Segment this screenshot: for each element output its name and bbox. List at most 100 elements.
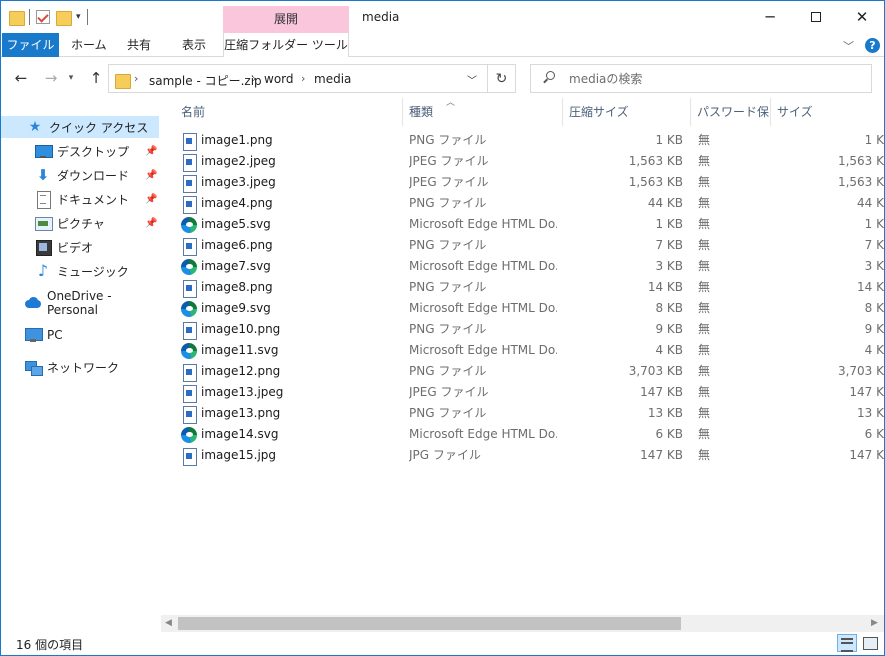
recent-locations-button[interactable]: ▾ <box>65 68 77 88</box>
tab-share[interactable]: 共有 <box>119 33 159 57</box>
properties-icon[interactable] <box>36 10 50 24</box>
search-box[interactable] <box>530 64 872 93</box>
column-size[interactable]: サイズ <box>771 98 884 126</box>
sidebar-item-desktop[interactable]: デスクトップ 📌 <box>1 140 159 162</box>
tab-file[interactable]: ファイル <box>2 33 59 57</box>
file-row[interactable]: image12.png PNG ファイル 3,703 KB 無 3,703 K <box>161 361 884 382</box>
file-name-cell: image13.jpeg <box>181 382 401 403</box>
new-folder-icon[interactable] <box>56 9 72 26</box>
pin-icon[interactable]: 📌 <box>145 170 157 181</box>
scroll-left-icon[interactable]: ◀ <box>165 618 172 628</box>
column-password[interactable]: パスワード保... <box>691 98 771 126</box>
chevron-down-icon: ▾ <box>68 73 74 83</box>
address-history-chevron-icon[interactable]: ﹀ <box>467 72 477 87</box>
sidebar-item-documents[interactable]: ドキュメント 📌 <box>1 188 159 210</box>
file-row[interactable]: image13.png PNG ファイル 13 KB 無 13 K <box>161 403 884 424</box>
image-file-icon <box>181 363 197 382</box>
file-name-cell: image8.png <box>181 277 401 298</box>
sidebar-item-onedrive[interactable]: OneDrive - Personal <box>1 289 159 317</box>
tab-home[interactable]: ホーム <box>63 33 115 57</box>
breadcrumb-zip[interactable]: sample - コピー.zip <box>149 72 262 89</box>
scrollbar-thumb[interactable] <box>178 617 681 630</box>
pin-icon[interactable]: 📌 <box>145 146 157 157</box>
large-icons-view-icon[interactable] <box>860 634 880 652</box>
file-name-cell: image11.svg <box>181 340 401 361</box>
navigation-bar: ← → ▾ ↑ › sample - コピー.zip › word › medi… <box>1 58 884 98</box>
image-file-icon <box>181 447 197 466</box>
sidebar-item-music[interactable]: ♪ ミュージック <box>1 260 159 282</box>
customize-toolbar-dropdown-icon[interactable]: ▾ <box>76 12 81 22</box>
forward-button[interactable]: → <box>41 68 61 88</box>
file-row[interactable]: image6.png PNG ファイル 7 KB 無 7 K <box>161 235 884 256</box>
file-row[interactable]: image2.jpeg JPEG ファイル 1,563 KB 無 1,563 K <box>161 151 884 172</box>
file-password: 無 <box>698 217 711 231</box>
file-type: JPEG ファイル <box>409 154 489 168</box>
sidebar-item-label: ピクチャ <box>57 216 105 231</box>
breadcrumb-chevron-icon[interactable]: › <box>301 72 305 85</box>
details-view-icon[interactable] <box>837 634 857 652</box>
breadcrumb-chevron-icon[interactable]: › <box>134 72 138 85</box>
file-size: 9 K <box>864 322 884 336</box>
file-type: PNG ファイル <box>409 322 487 336</box>
sidebar-item-quick-access[interactable]: ★ クイック アクセス <box>1 116 159 138</box>
file-compressed-size: 8 KB <box>655 301 683 315</box>
file-type: Microsoft Edge HTML Do... <box>409 301 557 315</box>
help-icon[interactable]: ? <box>865 38 880 53</box>
file-row[interactable]: image8.png PNG ファイル 14 KB 無 14 K <box>161 277 884 298</box>
tab-compressed-folder-tools[interactable]: 圧縮フォルダー ツール <box>223 33 349 57</box>
window-title: media <box>362 10 400 24</box>
file-row[interactable]: image4.png PNG ファイル 44 KB 無 44 K <box>161 193 884 214</box>
tab-view[interactable]: 表示 <box>174 33 214 57</box>
file-row[interactable]: image7.svg Microsoft Edge HTML Do... 3 KB 無… <box>161 256 884 277</box>
maximize-button[interactable] <box>793 1 839 33</box>
up-button[interactable]: ↑ <box>86 68 106 88</box>
file-row[interactable]: image5.svg Microsoft Edge HTML Do... 1 KB 無… <box>161 214 884 235</box>
file-row[interactable]: image3.jpeg JPEG ファイル 1,563 KB 無 1,563 K <box>161 172 884 193</box>
file-row[interactable]: image15.jpg JPG ファイル 147 KB 無 147 K <box>161 445 884 466</box>
pin-icon[interactable]: 📌 <box>145 218 157 229</box>
file-compressed-size: 3,703 KB <box>628 364 683 378</box>
file-type: PNG ファイル <box>409 280 487 294</box>
file-row[interactable]: image9.svg Microsoft Edge HTML Do... 8 KB 無… <box>161 298 884 319</box>
file-row[interactable]: image11.svg Microsoft Edge HTML Do... 4 KB… <box>161 340 884 361</box>
expand-ribbon-chevron-icon[interactable]: ﹀ <box>843 38 854 54</box>
sidebar-item-downloads[interactable]: ⬇ ダウンロード 📌 <box>1 164 159 186</box>
refresh-button[interactable]: ↻ <box>488 64 516 93</box>
navigation-pane: ★ クイック アクセス デスクトップ 📌 ⬇ ダウンロード 📌 ドキュメント 📌… <box>1 98 161 631</box>
file-name: image13.jpeg <box>201 385 284 399</box>
file-name: image13.png <box>201 406 281 420</box>
minimize-button[interactable]: ─ <box>747 1 793 33</box>
title-bar: ▾ 展開 media ─ ✕ <box>1 1 884 33</box>
file-row[interactable]: image14.svg Microsoft Edge HTML Do... 6 KB… <box>161 424 884 445</box>
file-row[interactable]: image13.jpeg JPEG ファイル 147 KB 無 147 K <box>161 382 884 403</box>
file-size: 13 K <box>857 406 884 420</box>
file-type: Microsoft Edge HTML Do... <box>409 217 557 231</box>
search-input[interactable] <box>569 70 859 88</box>
file-name-cell: image7.svg <box>181 256 401 277</box>
sidebar-item-videos[interactable]: ビデオ <box>1 236 159 258</box>
horizontal-scrollbar[interactable]: ◀ ▶ <box>161 615 884 632</box>
edge-icon <box>181 258 197 275</box>
pin-icon[interactable]: 📌 <box>145 194 157 205</box>
address-bar[interactable]: › sample - コピー.zip › word › media ﹀ <box>108 64 488 93</box>
file-row[interactable]: image1.png PNG ファイル 1 KB 無 1 K <box>161 130 884 151</box>
column-name[interactable]: 名前 <box>161 98 403 126</box>
file-size: 7 K <box>864 238 884 252</box>
breadcrumb-media[interactable]: media <box>314 72 351 86</box>
back-button[interactable]: ← <box>11 68 31 88</box>
file-compressed-size: 13 KB <box>647 406 683 420</box>
file-row[interactable]: image10.png PNG ファイル 9 KB 無 9 K <box>161 319 884 340</box>
column-type[interactable]: 種類 <box>403 98 563 126</box>
sidebar-item-network[interactable]: ネットワーク <box>1 356 159 378</box>
breadcrumb-word[interactable]: word <box>264 72 294 86</box>
close-button[interactable]: ✕ <box>839 1 884 33</box>
file-size: 1 K <box>864 133 884 147</box>
column-compressed-size[interactable]: 圧縮サイズ <box>563 98 691 126</box>
column-headers: ︿ 名前 種類 圧縮サイズ パスワード保... サイズ <box>161 98 884 126</box>
sidebar-item-pictures[interactable]: ピクチャ 📌 <box>1 212 159 234</box>
file-compressed-size: 14 KB <box>647 280 683 294</box>
sidebar-item-pc[interactable]: PC <box>1 324 159 346</box>
scroll-right-icon[interactable]: ▶ <box>871 618 878 628</box>
breadcrumb-chevron-icon[interactable]: › <box>252 72 256 85</box>
image-file-icon <box>181 237 197 256</box>
